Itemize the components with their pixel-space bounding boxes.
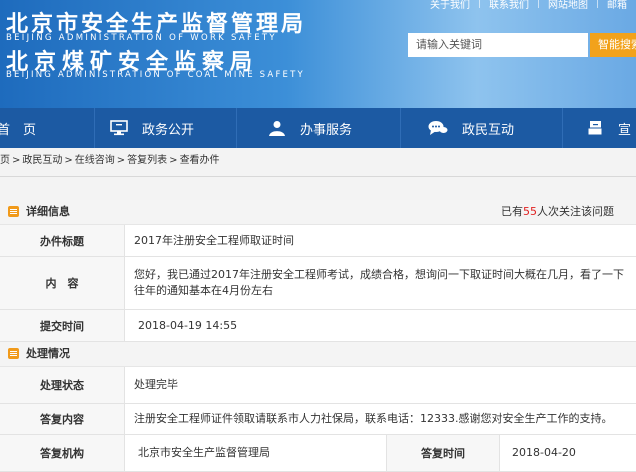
document-icon (587, 121, 603, 136)
nav-divider (400, 108, 401, 148)
nav-divider (94, 108, 95, 148)
reply-org-row: 答复机构 北京市安全生产监督管理局 答复时间 2018-04-20 (0, 435, 636, 472)
status-row: 处理状态 处理完毕 (0, 367, 636, 404)
content-label: 内 容 (0, 257, 125, 309)
main-nav: 首 页 政务公开 办事服务 政民互动 宣 (0, 108, 636, 148)
content-value: 您好，我已通过2017年注册安全工程师考试，成绩合格，想询问一下取证时间大概在几… (134, 268, 624, 297)
top-link-mail[interactable]: 邮箱 (597, 0, 636, 11)
search-input[interactable]: 请输入关键词 (408, 33, 588, 57)
attention-prefix: 已有 (501, 205, 523, 218)
handling-section-header: 处理情况 (0, 342, 636, 367)
nav-label-services: 办事服务 (300, 122, 353, 138)
attention-suffix: 人次关注该问题 (537, 205, 614, 218)
top-link-contact[interactable]: 联系我们 (479, 0, 538, 11)
nav-item-interaction[interactable]: 政民互动 (428, 108, 514, 148)
site-subtitle-en: BEIJING ADMINISTRATION OF COAL MINE SAFE… (6, 70, 305, 80)
chat-icon (428, 121, 448, 135)
reply-org-label: 答复机构 (0, 435, 125, 471)
nav-divider (236, 108, 237, 148)
reply-content-row: 答复内容 注册安全工程师证件领取请联系市人力社保局，联系电话：12333.感谢您… (0, 404, 636, 435)
subject-value: 2017年注册安全工程师取证时间 (134, 234, 294, 247)
nav-item-gov-affairs[interactable]: 政务公开 (110, 108, 194, 148)
breadcrumb-consult[interactable]: 在线咨询 (75, 155, 115, 166)
status-label: 处理状态 (0, 367, 125, 403)
list-icon (8, 348, 19, 359)
subject-label: 办件标题 (0, 225, 125, 256)
site-title-en: BEIJING ADMINISTRATION OF WORK SAFETY (6, 33, 277, 43)
nav-label-publicity: 宣 (618, 122, 632, 138)
list-icon (8, 206, 19, 217)
nav-item-publicity[interactable]: 宣 (586, 108, 631, 148)
detail-panel: 详细信息 已有55人次关注该问题 办件标题 2017年注册安全工程师取证时间 内… (0, 200, 636, 472)
nav-label-gov-affairs: 政务公开 (142, 122, 195, 138)
top-links: 关于我们 联系我们 网站地图 邮箱 (421, 0, 636, 11)
breadcrumb-separator: > (116, 155, 126, 166)
submit-time-row: 提交时间 2018-04-19 14:55 (0, 310, 636, 342)
detail-section-title: 详细信息 (26, 205, 70, 218)
nav-item-services[interactable]: 办事服务 (268, 108, 352, 148)
monitor-icon (110, 120, 128, 136)
breadcrumb-reply-list[interactable]: 答复列表 (127, 155, 167, 166)
nav-label-home: 首 页 (0, 122, 37, 138)
user-service-icon (269, 121, 285, 136)
detail-section-header: 详细信息 已有55人次关注该问题 (0, 200, 636, 225)
breadcrumb: 页 > 政民互动 > 在线咨询 > 答复列表 > 查看办件 (0, 151, 220, 171)
content-row: 内 容 您好，我已通过2017年注册安全工程师考试，成绩合格，想询问一下取证时间… (0, 257, 636, 310)
attention-number: 55 (523, 205, 537, 218)
breadcrumb-interaction[interactable]: 政民互动 (22, 155, 62, 166)
breadcrumb-current: 查看办件 (179, 155, 220, 166)
breadcrumb-divider (0, 176, 636, 177)
nav-label-interaction: 政民互动 (462, 122, 515, 138)
breadcrumb-separator: > (64, 155, 73, 166)
top-link-sitemap[interactable]: 网站地图 (538, 0, 597, 11)
reply-content-value: 注册安全工程师证件领取请联系市人力社保局，联系电话：12333.感谢您对安全生产… (134, 412, 613, 425)
handling-section-title: 处理情况 (26, 347, 70, 360)
breadcrumb-separator: > (12, 155, 21, 166)
breadcrumb-separator: > (169, 155, 178, 166)
nav-divider (562, 108, 563, 148)
submit-time-label: 提交时间 (0, 310, 125, 341)
reply-content-label: 答复内容 (0, 404, 125, 434)
breadcrumb-home[interactable]: 页 (0, 155, 10, 166)
search-button[interactable]: 智能搜索 (590, 33, 636, 57)
status-value: 处理完毕 (134, 378, 178, 391)
subject-row: 办件标题 2017年注册安全工程师取证时间 (0, 225, 636, 257)
reply-org-value: 北京市安全生产监督管理局 (138, 446, 270, 459)
reply-time-value: 2018-04-20 (512, 446, 576, 459)
nav-item-home[interactable]: 首 页 (0, 108, 36, 148)
site-header: 关于我们 联系我们 网站地图 邮箱 北京市安全生产监督管理局 BEIJING A… (0, 0, 636, 108)
top-link-about[interactable]: 关于我们 (421, 0, 479, 11)
attention-count: 已有55人次关注该问题 (501, 200, 614, 224)
reply-time-label: 答复时间 (386, 435, 500, 471)
submit-time-value: 2018-04-19 14:55 (138, 319, 238, 332)
